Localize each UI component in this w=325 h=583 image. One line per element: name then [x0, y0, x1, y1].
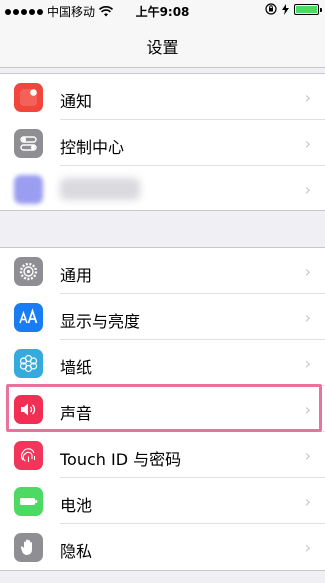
- settings-row-blurred[interactable]: ›: [0, 166, 325, 212]
- blurred-label: [60, 178, 140, 200]
- chevron-right-icon: ›: [304, 88, 311, 107]
- page-title: 设置: [146, 38, 179, 57]
- chevron-right-icon: ›: [304, 262, 311, 281]
- navigation-bar: 设置: [0, 22, 325, 68]
- hand-icon: [14, 533, 43, 562]
- chevron-right-icon: ›: [304, 538, 311, 557]
- highlight-box: [6, 384, 322, 432]
- settings-row-label: Touch ID 与密码: [60, 450, 182, 469]
- settings-row-label: 通知: [60, 92, 93, 111]
- settings-row-battery[interactable]: 电池 ›: [0, 478, 325, 524]
- settings-row-label: 隐私: [60, 542, 93, 561]
- battery-setting-icon: [14, 487, 43, 516]
- settings-row-label: 墙纸: [60, 358, 93, 377]
- settings-row-label: 电池: [60, 496, 93, 515]
- settings-row-touch-id[interactable]: Touch ID 与密码 ›: [0, 432, 325, 478]
- control-center-icon: [14, 129, 43, 158]
- wallpaper-icon: [14, 349, 43, 378]
- settings-row-notifications[interactable]: 通知 ›: [0, 74, 325, 120]
- fingerprint-icon: [14, 441, 43, 470]
- settings-row-label: 显示与亮度: [60, 312, 141, 331]
- orientation-lock-icon: [265, 3, 277, 15]
- chevron-right-icon: ›: [304, 446, 311, 465]
- chevron-right-icon: ›: [304, 354, 311, 373]
- chevron-right-icon: ›: [304, 492, 311, 511]
- display-brightness-icon: [14, 303, 43, 332]
- status-bar: 中国移动 上午9:08: [0, 0, 325, 22]
- settings-row-display-brightness[interactable]: 显示与亮度 ›: [0, 294, 325, 340]
- chevron-right-icon: ›: [304, 180, 311, 199]
- notifications-icon: [14, 83, 43, 112]
- settings-row-wallpaper[interactable]: 墙纸 ›: [0, 340, 325, 386]
- battery-icon: [294, 3, 322, 15]
- settings-group-1: 通知 › 控制中心 › ›: [0, 73, 325, 211]
- settings-row-privacy[interactable]: 隐私 ›: [0, 524, 325, 570]
- settings-row-control-center[interactable]: 控制中心 ›: [0, 120, 325, 166]
- gear-icon: [14, 257, 43, 286]
- settings-row-general[interactable]: 通用 ›: [0, 248, 325, 294]
- settings-row-label: 控制中心: [60, 138, 125, 157]
- charging-icon: [282, 3, 289, 15]
- blurred-app-icon: [14, 175, 43, 204]
- chevron-right-icon: ›: [304, 134, 311, 153]
- settings-row-label: 通用: [60, 266, 93, 285]
- chevron-right-icon: ›: [304, 308, 311, 327]
